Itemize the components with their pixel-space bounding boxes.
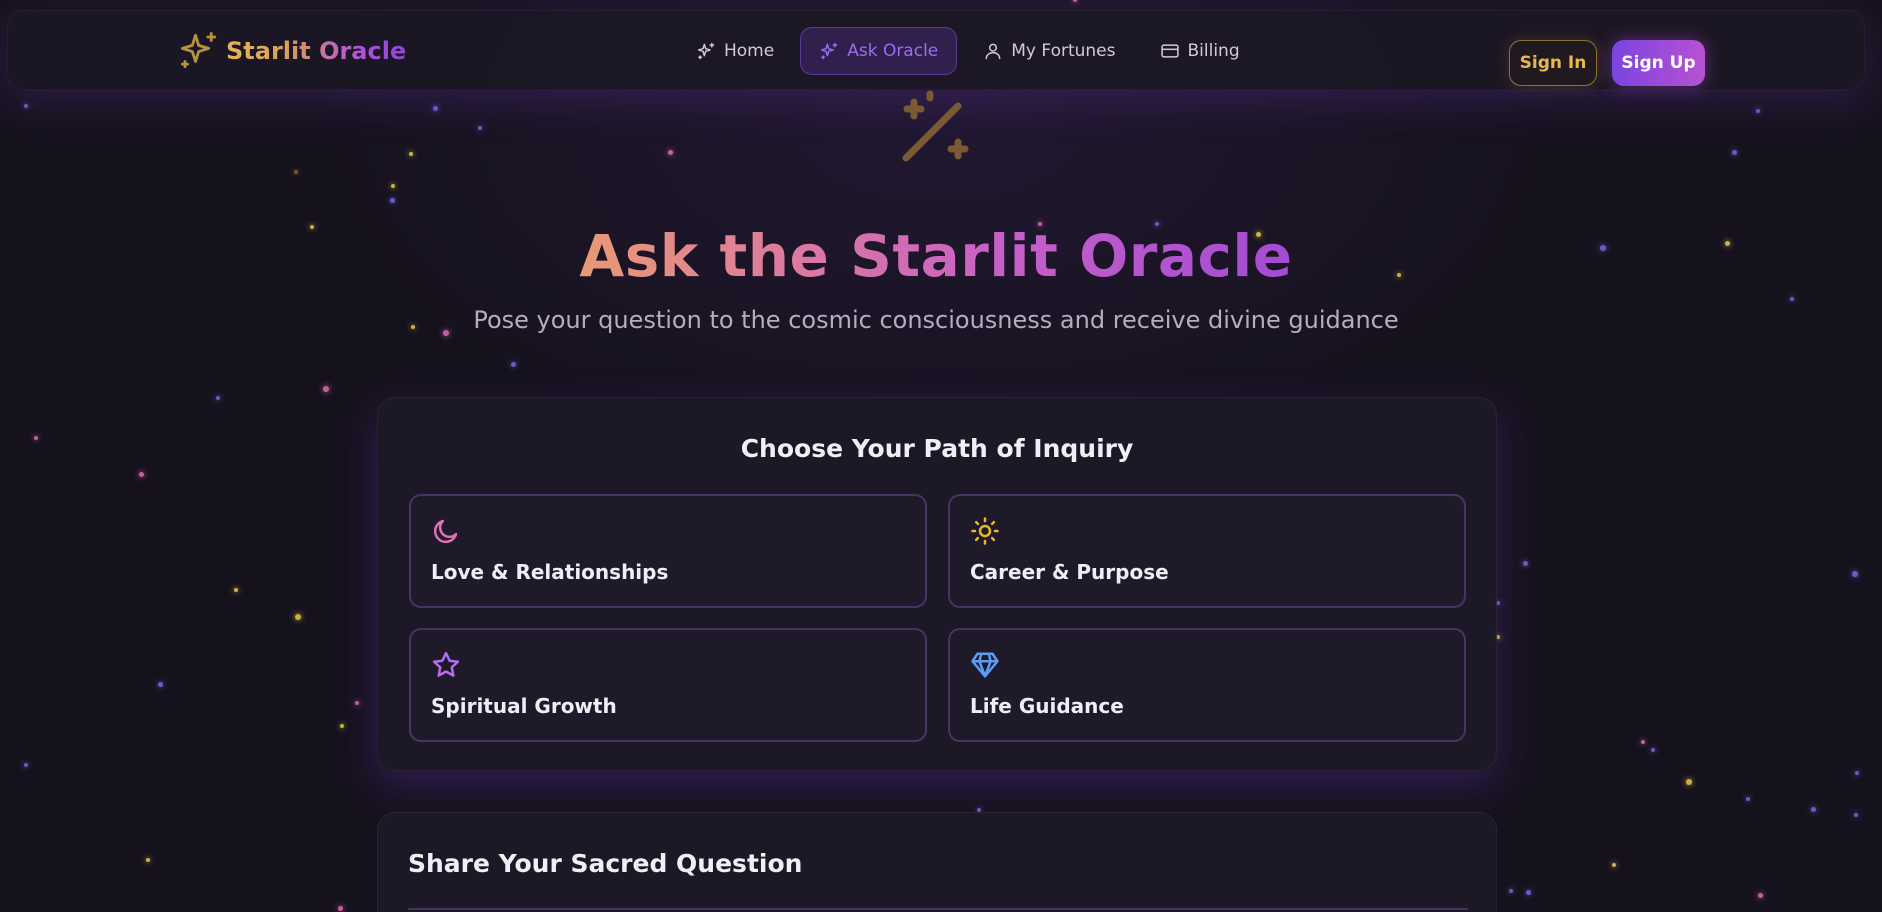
path-option-career-purpose[interactable]: Career & Purpose xyxy=(948,494,1466,608)
nav-ask-oracle-label: Ask Oracle xyxy=(847,41,939,61)
top-navbar: Starlit Oracle Home Ask Oracle My Fortun… xyxy=(7,10,1865,90)
magic-wand-icon xyxy=(902,90,969,162)
star-dot xyxy=(1522,560,1528,566)
star-dot xyxy=(1756,109,1760,113)
star-dot xyxy=(138,471,144,477)
brand-logo[interactable]: Starlit Oracle xyxy=(178,29,406,73)
star-icon xyxy=(432,651,460,677)
star-dot xyxy=(24,763,28,767)
sparkles-icon xyxy=(697,42,715,60)
star-dot xyxy=(295,614,301,620)
user-icon xyxy=(985,43,1001,60)
star-dot xyxy=(1854,813,1858,817)
star-dot xyxy=(1073,0,1077,2)
star-dot xyxy=(1686,779,1692,785)
brand-name: Starlit Oracle xyxy=(226,37,407,65)
sparkles-icon xyxy=(821,42,838,60)
page-subtitle: Pose your question to the cosmic conscio… xyxy=(473,306,1399,334)
star-dot xyxy=(1641,740,1645,744)
path-option-love-relationships[interactable]: Love & Relationships xyxy=(409,494,927,608)
nav-my-fortunes[interactable]: My Fortunes xyxy=(965,27,1133,75)
star-dot xyxy=(1509,889,1513,893)
star-dot xyxy=(1790,297,1794,301)
star-dot xyxy=(337,905,343,911)
star-dot xyxy=(478,126,482,130)
star-dot xyxy=(391,184,395,188)
path-option-spiritual-growth[interactable]: Spiritual Growth xyxy=(409,628,927,742)
question-input-top-border[interactable] xyxy=(408,908,1468,910)
star-dot xyxy=(510,361,516,367)
star-dot xyxy=(1757,892,1763,898)
question-section-title: Share Your Sacred Question xyxy=(408,849,803,878)
nav-links: Home Ask Oracle My Fortunes Billing xyxy=(678,27,1258,75)
star-dot xyxy=(1852,571,1858,577)
page-title: Ask the Starlit Oracle xyxy=(579,222,1293,290)
star-dot xyxy=(432,105,438,111)
sign-in-button[interactable]: Sign In xyxy=(1509,40,1597,86)
nav-billing-label: Billing xyxy=(1187,41,1240,61)
credit-card-icon xyxy=(1160,44,1179,58)
path-option-label: Career & Purpose xyxy=(970,560,1169,584)
star-dot xyxy=(355,701,359,705)
star-dot xyxy=(389,197,395,203)
star-dot xyxy=(24,104,28,108)
star-dot xyxy=(294,170,298,174)
star-dot xyxy=(409,152,413,156)
path-option-label: Spiritual Growth xyxy=(431,694,617,718)
nav-billing[interactable]: Billing xyxy=(1142,27,1258,75)
path-option-label: Love & Relationships xyxy=(431,560,669,584)
path-option-label: Life Guidance xyxy=(970,694,1124,718)
star-dot xyxy=(1810,806,1816,812)
star-dot xyxy=(157,681,163,687)
star-dot xyxy=(667,149,673,155)
star-dot xyxy=(234,588,238,592)
path-option-life-guidance[interactable]: Life Guidance xyxy=(948,628,1466,742)
star-dot xyxy=(146,858,150,862)
nav-my-fortunes-label: My Fortunes xyxy=(1011,41,1116,61)
star-dot xyxy=(216,396,220,400)
star-dot xyxy=(1855,771,1859,775)
star-dot xyxy=(1612,863,1616,867)
nav-home-label: Home xyxy=(724,41,775,61)
gem-icon xyxy=(971,652,999,678)
nav-home[interactable]: Home xyxy=(678,27,792,75)
star-dot xyxy=(323,386,329,392)
path-section-title: Choose Your Path of Inquiry xyxy=(740,434,1134,463)
star-dot xyxy=(34,436,38,440)
sparkles-icon xyxy=(180,32,217,69)
star-dot xyxy=(1746,797,1750,801)
star-dot xyxy=(340,724,344,728)
nav-ask-oracle[interactable]: Ask Oracle xyxy=(800,27,958,75)
sun-icon xyxy=(971,517,999,545)
sign-up-button[interactable]: Sign Up xyxy=(1612,40,1705,86)
star-dot xyxy=(1525,889,1531,895)
path-of-inquiry-panel: Choose Your Path of Inquiry Love & Relat… xyxy=(377,397,1497,771)
star-dot xyxy=(1731,149,1737,155)
moon-icon xyxy=(433,519,458,544)
sacred-question-panel: Share Your Sacred Question xyxy=(377,812,1497,912)
star-dot xyxy=(1651,748,1655,752)
